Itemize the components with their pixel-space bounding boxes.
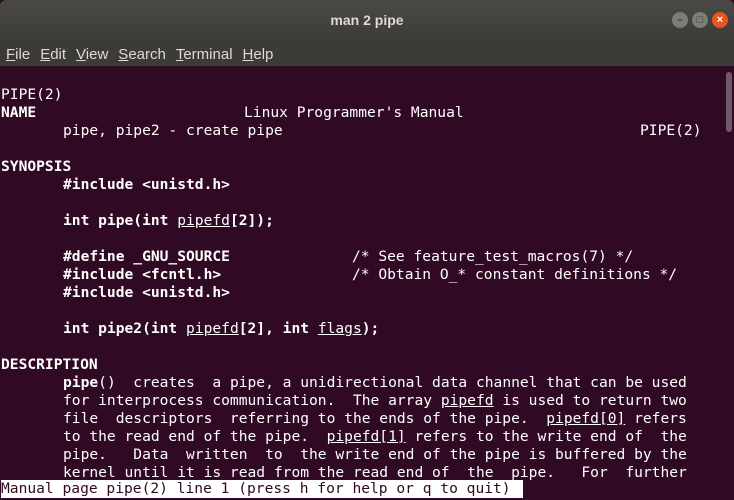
pipe-proto-end: [2]); xyxy=(229,212,274,229)
menu-terminal[interactable]: Terminal xyxy=(176,46,233,63)
desc-line-2: for interprocess communication. The arra… xyxy=(63,392,687,410)
menu-bar: File Edit View Search Terminal Help xyxy=(0,42,734,66)
desc-text: file descriptors referring to the ends o… xyxy=(63,410,547,427)
menu-view[interactable]: View xyxy=(76,46,108,63)
desc-arg: pipefd[0] xyxy=(546,410,626,427)
pipe-prototype: int pipe(int pipefd[2]); xyxy=(63,212,274,230)
desc-line-1: pipe() creates a pipe, a unidirectional … xyxy=(63,374,687,392)
desc-line-3: file descriptors referring to the ends o… xyxy=(63,410,687,428)
pipe2-end: ); xyxy=(361,320,380,337)
header-center: Linux Programmer's Manual xyxy=(244,104,464,121)
menu-search[interactable]: Search xyxy=(118,46,166,63)
menu-help[interactable]: Help xyxy=(243,46,274,63)
include-fcntl: #include <fcntl.h> xyxy=(63,266,222,283)
desc-text: is used to return two xyxy=(493,392,687,409)
terminal-content[interactable]: PIPE(2) Linux Programmer's Manual PIPE(2… xyxy=(0,66,722,500)
include-fcntl-comment: /* Obtain O_* constant definitions */ xyxy=(352,266,678,283)
minimize-icon[interactable]: – xyxy=(672,12,688,28)
menu-edit[interactable]: Edit xyxy=(40,46,66,63)
desc-text: for interprocess communication. The arra… xyxy=(63,392,441,409)
name-text: pipe, pipe2 - create pipe xyxy=(63,122,283,139)
define-gnu: #define _GNU_SOURCE xyxy=(63,248,230,265)
include-unistd: #include <unistd.h> xyxy=(63,176,230,193)
maximize-icon[interactable]: □ xyxy=(692,12,708,28)
status-text: Manual page pipe(2) line 1 (press h for … xyxy=(1,480,511,497)
pipe-proto-arg: pipefd xyxy=(177,212,230,229)
scrollbar-thumb[interactable] xyxy=(726,72,732,132)
title-bar[interactable]: man 2 pipe – □ × xyxy=(0,0,734,42)
desc-text: refers xyxy=(625,410,687,427)
include-unistd-2: #include <unistd.h> xyxy=(63,284,230,301)
pager-status: Manual page pipe(2) line 1 (press h for … xyxy=(1,480,523,498)
terminal-window: man 2 pipe – □ × File Edit View Search T… xyxy=(0,0,734,500)
desc-text: to the read end of the pipe. xyxy=(63,428,327,445)
section-description: DESCRIPTION xyxy=(1,356,98,373)
desc-line-4: to the read end of the pipe. pipefd[1] r… xyxy=(63,428,687,446)
section-synopsis: SYNOPSIS xyxy=(1,158,72,175)
desc-arg: pipefd[1] xyxy=(326,428,406,445)
pipe2-part: [2], int xyxy=(238,320,318,337)
desc-text: refers to the write end of the xyxy=(405,428,687,445)
pipe2-part: int pipe2(int xyxy=(63,320,187,337)
pipe-proto-part: int pipe(int xyxy=(63,212,178,229)
close-icon[interactable]: × xyxy=(712,12,728,28)
pipe2-prototype: int pipe2(int pipefd[2], int flags); xyxy=(63,320,379,338)
desc-arg: pipefd xyxy=(440,392,494,409)
window-controls: – □ × xyxy=(672,12,728,28)
pipe-func: pipe xyxy=(63,374,99,391)
cursor xyxy=(510,497,519,498)
pipe2-arg-pipefd: pipefd xyxy=(186,320,239,337)
window-title: man 2 pipe xyxy=(330,12,404,28)
desc-text: () creates a pipe, a unidirectional data… xyxy=(98,374,687,391)
desc-line-5: pipe. Data written to the write end of t… xyxy=(63,446,687,463)
menu-file[interactable]: File xyxy=(6,46,30,63)
header-left: PIPE(2) xyxy=(1,86,63,103)
pipe2-arg-flags: flags xyxy=(317,320,362,337)
define-gnu-comment: /* See feature_test_macros(7) */ xyxy=(352,248,634,265)
scrollbar[interactable] xyxy=(722,66,734,500)
header-right: PIPE(2) xyxy=(640,122,702,139)
section-name: NAME xyxy=(1,104,37,121)
man-header: PIPE(2) Linux Programmer's Manual PIPE(2… xyxy=(1,68,721,139)
